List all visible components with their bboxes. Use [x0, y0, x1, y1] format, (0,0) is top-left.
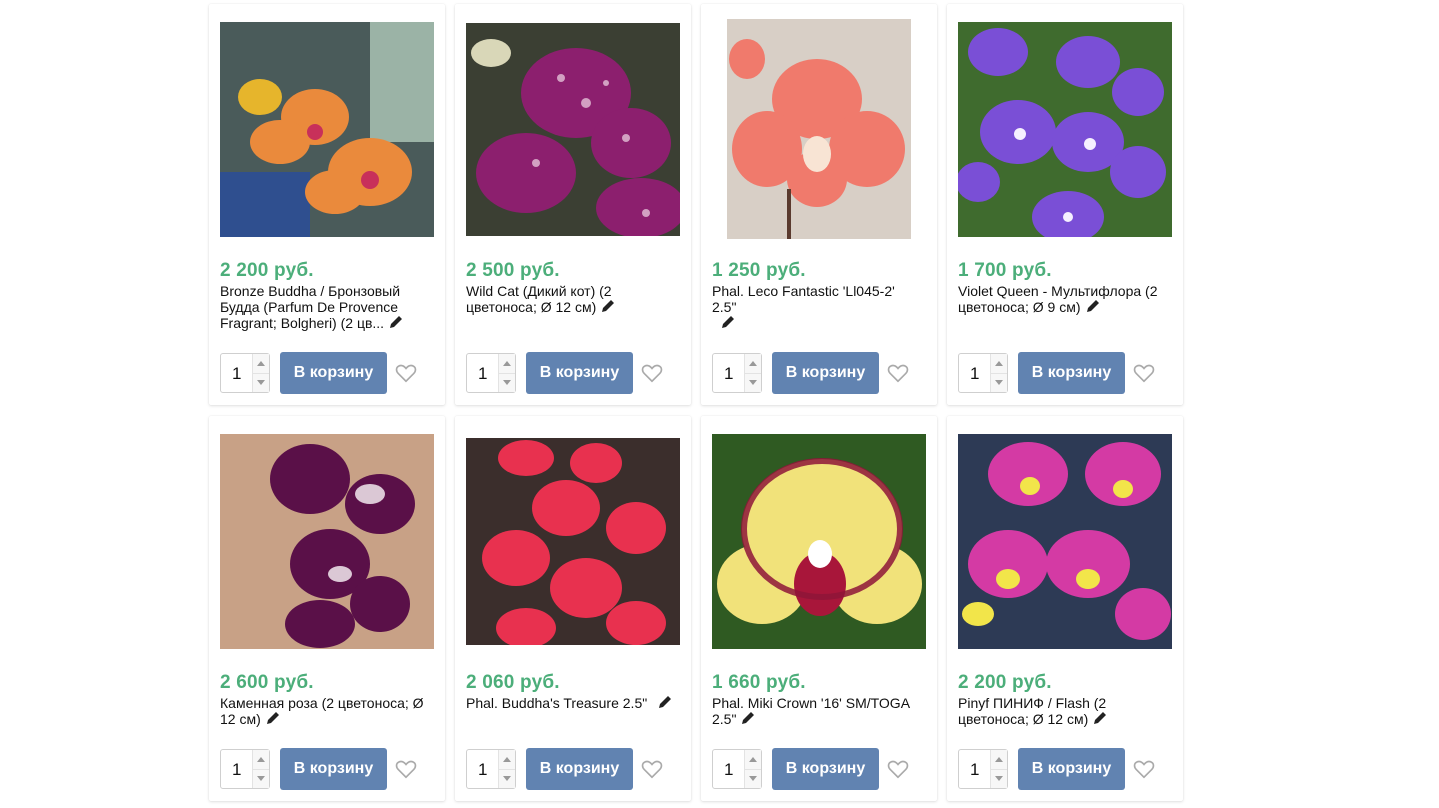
add-to-cart-button[interactable]: В корзину: [280, 352, 387, 394]
pencil-icon[interactable]: [657, 696, 673, 710]
product-name[interactable]: Phal. Buddha's Treasure 2.5": [466, 695, 676, 711]
caret-up-icon[interactable]: [253, 354, 269, 374]
heart-icon[interactable]: [395, 758, 417, 780]
pencil-icon[interactable]: [740, 712, 756, 726]
product-price: 2 500 руб.: [466, 260, 560, 281]
pencil-icon[interactable]: [720, 316, 736, 330]
quantity-value[interactable]: 1: [724, 364, 733, 384]
product-card: 1 660 руб. Phal. Miki Crown '16' SM/TOGA…: [701, 416, 937, 801]
heart-icon[interactable]: [1133, 362, 1155, 384]
product-image[interactable]: [466, 23, 680, 236]
product-image[interactable]: [220, 22, 434, 237]
quantity-value[interactable]: 1: [478, 364, 487, 384]
product-name[interactable]: Каменная роза (2 цветоноса; Ø 12 см): [220, 695, 430, 727]
pencil-icon[interactable]: [265, 712, 281, 726]
pencil-icon[interactable]: [1092, 712, 1108, 726]
quantity-value[interactable]: 1: [232, 364, 241, 384]
heart-icon[interactable]: [641, 362, 663, 384]
product-price: 2 060 руб.: [466, 672, 560, 693]
product-name[interactable]: Violet Queen - Мультифлора (2 цветоноса;…: [958, 283, 1168, 315]
add-to-cart-button[interactable]: В корзину: [526, 748, 633, 790]
quantity-stepper[interactable]: 1: [958, 353, 1008, 393]
heart-icon[interactable]: [1133, 758, 1155, 780]
caret-up-icon[interactable]: [745, 354, 761, 374]
caret-up-icon[interactable]: [745, 750, 761, 770]
product-image[interactable]: [958, 434, 1172, 649]
product-card: 2 600 руб. Каменная роза (2 цветоноса; Ø…: [209, 416, 445, 801]
add-to-cart-button[interactable]: В корзину: [772, 748, 879, 790]
quantity-stepper[interactable]: 1: [466, 353, 516, 393]
caret-up-icon[interactable]: [499, 354, 515, 374]
caret-down-icon[interactable]: [253, 769, 269, 788]
caret-up-icon[interactable]: [499, 750, 515, 770]
caret-down-icon[interactable]: [253, 373, 269, 392]
quantity-stepper[interactable]: 1: [958, 749, 1008, 789]
product-price: 2 200 руб.: [220, 260, 314, 281]
product-image[interactable]: [466, 438, 680, 645]
quantity-value[interactable]: 1: [232, 760, 241, 780]
heart-icon[interactable]: [887, 758, 909, 780]
product-card: 2 500 руб. Wild Cat (Дикий кот) (2 цвето…: [455, 4, 691, 405]
caret-down-icon[interactable]: [745, 373, 761, 392]
product-name[interactable]: Pinyf ПИНИФ / Flash (2 цветоноса; Ø 12 с…: [958, 695, 1168, 727]
quantity-stepper[interactable]: 1: [220, 749, 270, 789]
product-card: 1 250 руб. Phal. Leco Fantastic 'Ll045-2…: [701, 4, 937, 405]
product-card: 2 060 руб. Phal. Buddha's Treasure 2.5" …: [455, 416, 691, 801]
add-to-cart-button[interactable]: В корзину: [526, 352, 633, 394]
caret-down-icon[interactable]: [991, 769, 1007, 788]
product-image[interactable]: [220, 434, 434, 649]
product-name[interactable]: Phal. Leco Fantastic 'Ll045-2' 2.5": [712, 283, 922, 331]
add-to-cart-button[interactable]: В корзину: [772, 352, 879, 394]
quantity-value[interactable]: 1: [970, 364, 979, 384]
caret-up-icon[interactable]: [253, 750, 269, 770]
quantity-stepper[interactable]: 1: [466, 749, 516, 789]
heart-icon[interactable]: [395, 362, 417, 384]
caret-up-icon[interactable]: [991, 750, 1007, 770]
add-to-cart-button[interactable]: В корзину: [1018, 748, 1125, 790]
product-card: 1 700 руб. Violet Queen - Мультифлора (2…: [947, 4, 1183, 405]
quantity-value[interactable]: 1: [478, 760, 487, 780]
product-price: 1 700 руб.: [958, 260, 1052, 281]
product-name[interactable]: Wild Cat (Дикий кот) (2 цветоноса; Ø 12 …: [466, 283, 676, 315]
heart-icon[interactable]: [641, 758, 663, 780]
product-name[interactable]: Phal. Miki Crown '16' SM/TOGA 2.5": [712, 695, 922, 727]
product-card: 2 200 руб. Bronze Buddha / Бронзовый Буд…: [209, 4, 445, 405]
add-to-cart-button[interactable]: В корзину: [1018, 352, 1125, 394]
product-image[interactable]: [727, 19, 911, 239]
quantity-value[interactable]: 1: [970, 760, 979, 780]
product-name[interactable]: Bronze Buddha / Бронзовый Будда (Parfum …: [220, 283, 430, 331]
product-price: 1 660 руб.: [712, 672, 806, 693]
caret-down-icon[interactable]: [499, 769, 515, 788]
quantity-stepper[interactable]: 1: [220, 353, 270, 393]
caret-down-icon[interactable]: [991, 373, 1007, 392]
product-price: 2 200 руб.: [958, 672, 1052, 693]
caret-down-icon[interactable]: [745, 769, 761, 788]
quantity-stepper[interactable]: 1: [712, 353, 762, 393]
product-image[interactable]: [958, 22, 1172, 237]
pencil-icon[interactable]: [1085, 300, 1101, 314]
heart-icon[interactable]: [887, 362, 909, 384]
product-price: 1 250 руб.: [712, 260, 806, 281]
add-to-cart-button[interactable]: В корзину: [280, 748, 387, 790]
product-card: 2 200 руб. Pinyf ПИНИФ / Flash (2 цветон…: [947, 416, 1183, 801]
quantity-value[interactable]: 1: [724, 760, 733, 780]
product-image[interactable]: [712, 434, 926, 649]
pencil-icon[interactable]: [388, 316, 404, 330]
product-price: 2 600 руб.: [220, 672, 314, 693]
pencil-icon[interactable]: [600, 300, 616, 314]
caret-down-icon[interactable]: [499, 373, 515, 392]
caret-up-icon[interactable]: [991, 354, 1007, 374]
quantity-stepper[interactable]: 1: [712, 749, 762, 789]
